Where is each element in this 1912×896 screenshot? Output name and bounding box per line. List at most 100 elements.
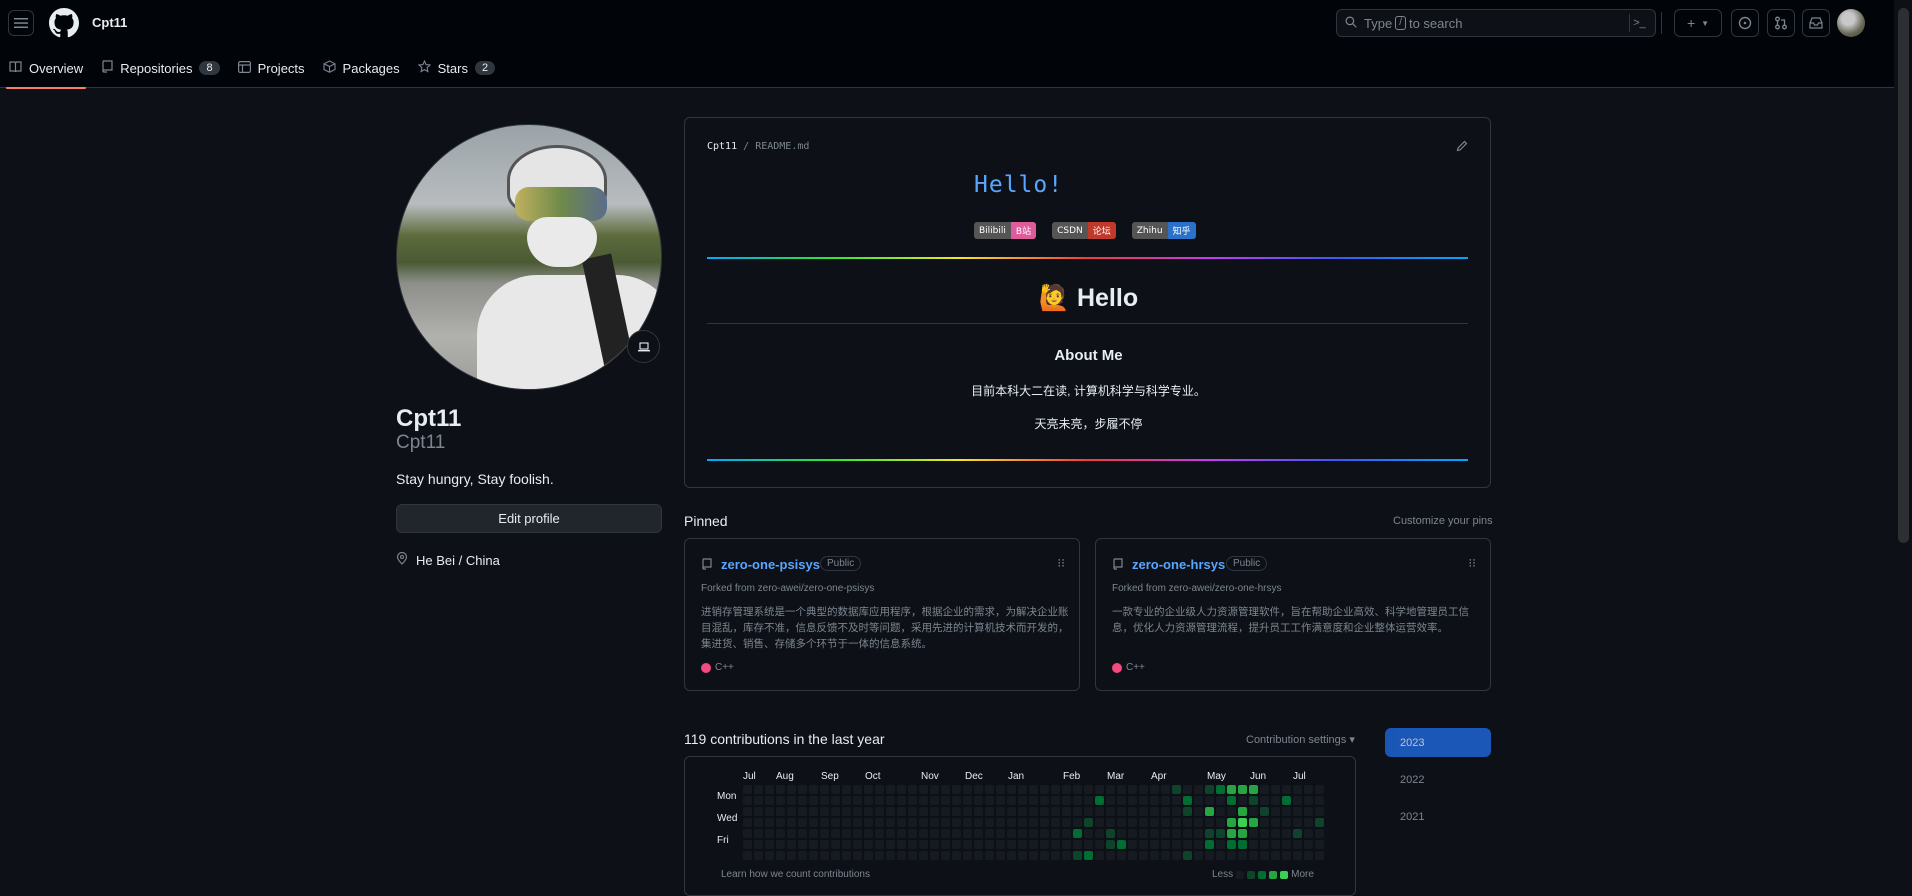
contribution-day-cell[interactable] xyxy=(985,785,994,794)
contribution-day-cell[interactable] xyxy=(776,785,785,794)
contribution-day-cell[interactable] xyxy=(1205,840,1214,849)
contribution-day-cell[interactable] xyxy=(952,851,961,860)
contribution-day-cell[interactable] xyxy=(853,851,862,860)
contribution-day-cell[interactable] xyxy=(864,785,873,794)
contribution-day-cell[interactable] xyxy=(1216,818,1225,827)
zhihu-badge[interactable]: Zhihu 知乎 xyxy=(1131,222,1196,239)
contribution-day-cell[interactable] xyxy=(1227,796,1236,805)
contribution-day-cell[interactable] xyxy=(1260,829,1269,838)
contribution-day-cell[interactable] xyxy=(1183,829,1192,838)
contribution-day-cell[interactable] xyxy=(1315,851,1324,860)
tab-overview[interactable]: Overview xyxy=(0,48,92,89)
contribution-day-cell[interactable] xyxy=(798,851,807,860)
contribution-day-cell[interactable] xyxy=(1172,785,1181,794)
contribution-day-cell[interactable] xyxy=(1084,785,1093,794)
edit-profile-button[interactable]: Edit profile xyxy=(396,504,662,533)
contribution-day-cell[interactable] xyxy=(1282,840,1291,849)
contribution-day-cell[interactable] xyxy=(886,851,895,860)
contribution-day-cell[interactable] xyxy=(842,807,851,816)
contribution-day-cell[interactable] xyxy=(787,785,796,794)
tab-packages[interactable]: Packages xyxy=(314,48,409,88)
contribution-day-cell[interactable] xyxy=(864,818,873,827)
contribution-day-cell[interactable] xyxy=(842,818,851,827)
contribution-day-cell[interactable] xyxy=(754,818,763,827)
contribution-day-cell[interactable] xyxy=(776,818,785,827)
contribution-day-cell[interactable] xyxy=(1205,807,1214,816)
contribution-day-cell[interactable] xyxy=(820,785,829,794)
contribution-day-cell[interactable] xyxy=(1216,807,1225,816)
contribution-day-cell[interactable] xyxy=(1073,840,1082,849)
contribution-day-cell[interactable] xyxy=(1293,840,1302,849)
contribution-day-cell[interactable] xyxy=(886,807,895,816)
contribution-day-cell[interactable] xyxy=(754,840,763,849)
contribution-day-cell[interactable] xyxy=(831,818,840,827)
contribution-day-cell[interactable] xyxy=(1315,796,1324,805)
contribution-day-cell[interactable] xyxy=(809,840,818,849)
contribution-day-cell[interactable] xyxy=(776,840,785,849)
contribution-day-cell[interactable] xyxy=(809,785,818,794)
contribution-day-cell[interactable] xyxy=(1249,785,1258,794)
contribution-day-cell[interactable] xyxy=(787,840,796,849)
contribution-day-cell[interactable] xyxy=(908,785,917,794)
contribution-day-cell[interactable] xyxy=(1062,785,1071,794)
contribution-day-cell[interactable] xyxy=(1007,807,1016,816)
contribution-day-cell[interactable] xyxy=(974,851,983,860)
contribution-day-cell[interactable] xyxy=(864,807,873,816)
contribution-day-cell[interactable] xyxy=(1073,829,1082,838)
contribution-day-cell[interactable] xyxy=(1227,829,1236,838)
contribution-day-cell[interactable] xyxy=(941,785,950,794)
contribution-day-cell[interactable] xyxy=(1150,807,1159,816)
contribution-day-cell[interactable] xyxy=(1194,807,1203,816)
contribution-day-cell[interactable] xyxy=(1150,851,1159,860)
contribution-day-cell[interactable] xyxy=(1117,840,1126,849)
contribution-day-cell[interactable] xyxy=(1128,829,1137,838)
contribution-day-cell[interactable] xyxy=(1051,840,1060,849)
contribution-day-cell[interactable] xyxy=(809,807,818,816)
contribution-day-cell[interactable] xyxy=(974,840,983,849)
pinned-repo-name[interactable]: zero-one-psisys xyxy=(721,557,820,572)
contribution-day-cell[interactable] xyxy=(1293,807,1302,816)
contribution-day-cell[interactable] xyxy=(974,807,983,816)
contribution-day-cell[interactable] xyxy=(1227,818,1236,827)
contribution-day-cell[interactable] xyxy=(1018,829,1027,838)
contribution-day-cell[interactable] xyxy=(1161,829,1170,838)
contribution-day-cell[interactable] xyxy=(1238,829,1247,838)
contribution-day-cell[interactable] xyxy=(1271,840,1280,849)
contribution-day-cell[interactable] xyxy=(1194,829,1203,838)
contribution-day-cell[interactable] xyxy=(1117,829,1126,838)
command-palette-icon[interactable]: >_ xyxy=(1629,14,1649,32)
contribution-day-cell[interactable] xyxy=(1029,851,1038,860)
contribution-day-cell[interactable] xyxy=(820,840,829,849)
contribution-day-cell[interactable] xyxy=(1183,851,1192,860)
contribution-day-cell[interactable] xyxy=(842,785,851,794)
contribution-day-cell[interactable] xyxy=(1128,807,1137,816)
contribution-day-cell[interactable] xyxy=(754,807,763,816)
contribution-day-cell[interactable] xyxy=(985,829,994,838)
contribution-day-cell[interactable] xyxy=(1271,796,1280,805)
contribution-day-cell[interactable] xyxy=(798,807,807,816)
context-username[interactable]: Cpt11 xyxy=(92,15,127,30)
contribution-day-cell[interactable] xyxy=(875,840,884,849)
contribution-day-cell[interactable] xyxy=(754,796,763,805)
contribution-day-cell[interactable] xyxy=(1029,807,1038,816)
contribution-day-cell[interactable] xyxy=(941,840,950,849)
contribution-day-cell[interactable] xyxy=(1150,829,1159,838)
page-scrollbar[interactable] xyxy=(1894,0,1912,885)
contribution-day-cell[interactable] xyxy=(952,818,961,827)
contribution-day-cell[interactable] xyxy=(1029,796,1038,805)
contribution-day-cell[interactable] xyxy=(1161,796,1170,805)
contribution-day-cell[interactable] xyxy=(875,796,884,805)
contribution-day-cell[interactable] xyxy=(1216,840,1225,849)
contribution-day-cell[interactable] xyxy=(1161,785,1170,794)
contribution-day-cell[interactable] xyxy=(765,829,774,838)
contribution-day-cell[interactable] xyxy=(930,851,939,860)
contribution-day-cell[interactable] xyxy=(1282,818,1291,827)
readme-owner[interactable]: Cpt11 xyxy=(707,141,737,152)
contribution-day-cell[interactable] xyxy=(776,829,785,838)
contribution-day-cell[interactable] xyxy=(1040,785,1049,794)
contribution-day-cell[interactable] xyxy=(809,818,818,827)
contribution-day-cell[interactable] xyxy=(1007,829,1016,838)
contribution-day-cell[interactable] xyxy=(941,829,950,838)
contribution-day-cell[interactable] xyxy=(1227,807,1236,816)
contribution-day-cell[interactable] xyxy=(996,807,1005,816)
